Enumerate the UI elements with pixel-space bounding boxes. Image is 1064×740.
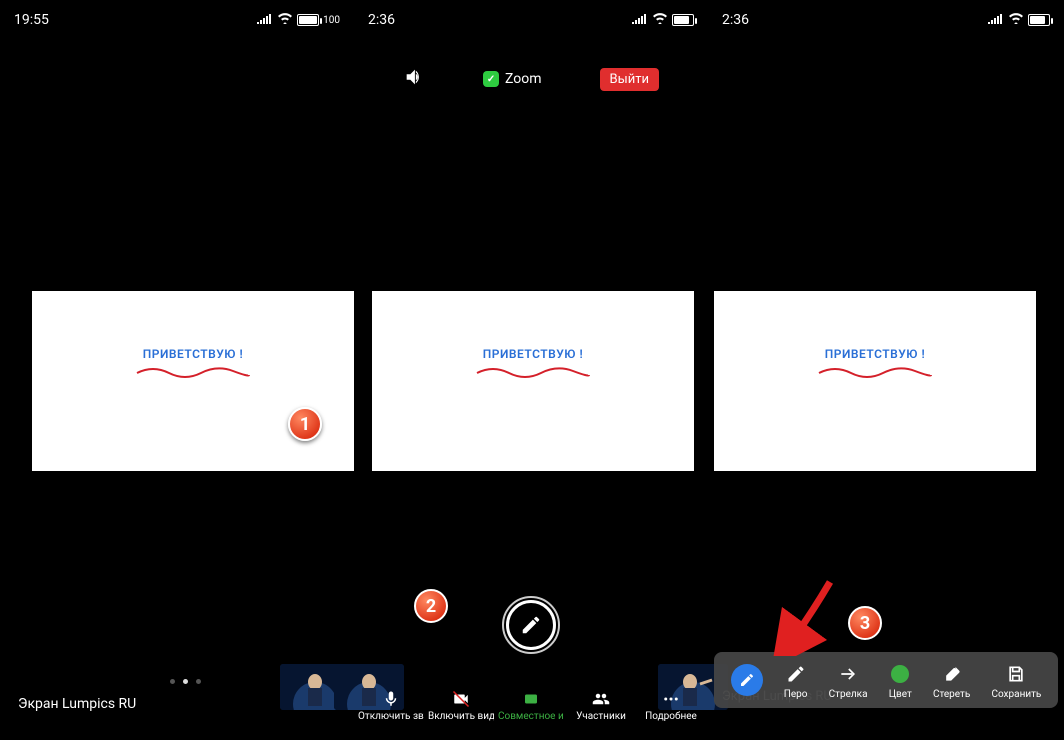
page-dots bbox=[170, 679, 201, 684]
whiteboard-3: ПРИВЕТСТВУЮ ! bbox=[714, 291, 1036, 471]
mute-button[interactable]: Отключить зву bbox=[358, 689, 424, 722]
wifi-icon bbox=[277, 12, 293, 28]
status-bar-2: 2:36 bbox=[354, 0, 708, 40]
share-icon bbox=[522, 689, 540, 709]
annotate-button[interactable] bbox=[506, 600, 556, 650]
battery-icon bbox=[297, 14, 319, 26]
step-marker-3: 3 bbox=[848, 606, 882, 640]
step-marker-2: 2 bbox=[414, 589, 448, 623]
callout-arrow bbox=[770, 576, 840, 656]
battery-pct: 100 bbox=[323, 15, 340, 26]
annotation-stroke bbox=[473, 363, 593, 383]
signal-icon bbox=[632, 12, 648, 28]
zoom-title: ✓ Zoom bbox=[483, 71, 542, 87]
status-time: 2:36 bbox=[368, 12, 395, 28]
greeting-text: ПРИВЕТСТВУЮ ! bbox=[32, 347, 354, 361]
anno-arrow-button[interactable]: Стрелка bbox=[829, 661, 868, 700]
anno-pen-active[interactable] bbox=[731, 664, 763, 696]
whiteboard-2: ПРИВЕТСТВУЮ ! bbox=[372, 291, 694, 471]
greeting-text: ПРИВЕТСТВУЮ ! bbox=[714, 347, 1036, 361]
annotation-stroke bbox=[133, 363, 253, 383]
battery-icon bbox=[1028, 14, 1050, 26]
more-icon bbox=[662, 689, 680, 709]
wifi-icon bbox=[1008, 12, 1024, 28]
participants-button[interactable]: Участники bbox=[568, 689, 634, 722]
anno-pen-button[interactable]: Перо bbox=[784, 661, 808, 700]
pen-icon bbox=[731, 664, 763, 696]
signal-icon bbox=[257, 12, 273, 28]
video-button[interactable]: Включить виде bbox=[428, 689, 494, 722]
camera-icon bbox=[452, 689, 470, 709]
anno-erase-button[interactable]: Стереть bbox=[933, 661, 970, 700]
greeting-text: ПРИВЕТСТВУЮ ! bbox=[372, 347, 694, 361]
anno-color-button[interactable]: Цвет bbox=[889, 661, 912, 700]
save-icon bbox=[1006, 661, 1026, 687]
status-time: 2:36 bbox=[722, 12, 749, 28]
mic-icon bbox=[382, 689, 400, 709]
participants-icon bbox=[592, 689, 610, 709]
erase-icon bbox=[942, 661, 962, 687]
battery-icon bbox=[672, 14, 694, 26]
screen-label: Экран Lumpics RU bbox=[18, 696, 136, 712]
status-time: 19:55 bbox=[14, 12, 49, 28]
pen-icon bbox=[786, 661, 806, 687]
shield-icon: ✓ bbox=[483, 71, 499, 87]
color-icon bbox=[891, 661, 909, 687]
signal-icon bbox=[988, 12, 1004, 28]
zoom-bottom-toolbar: Отключить зву Включить виде Совместное и… bbox=[354, 689, 708, 722]
annotation-toolbar: Перо Стрелка Цвет Стереть Сохранить bbox=[714, 652, 1058, 708]
more-button[interactable]: Подробнее bbox=[638, 689, 704, 722]
annotation-stroke bbox=[815, 363, 935, 383]
share-button[interactable]: Совместное ис bbox=[498, 689, 564, 722]
speaker-icon[interactable] bbox=[403, 66, 425, 92]
status-bar-3: 2:36 bbox=[708, 0, 1064, 40]
whiteboard-1: ПРИВЕТСТВУЮ ! bbox=[32, 291, 354, 471]
status-bar-1: 19:55 100 bbox=[0, 0, 354, 40]
zoom-meeting-topbar: ✓ Zoom Выйти bbox=[354, 66, 708, 92]
leave-button[interactable]: Выйти bbox=[600, 68, 659, 91]
wifi-icon bbox=[652, 12, 668, 28]
arrow-icon bbox=[838, 661, 858, 687]
step-marker-1: 1 bbox=[288, 407, 322, 441]
anno-save-button[interactable]: Сохранить bbox=[991, 661, 1041, 700]
